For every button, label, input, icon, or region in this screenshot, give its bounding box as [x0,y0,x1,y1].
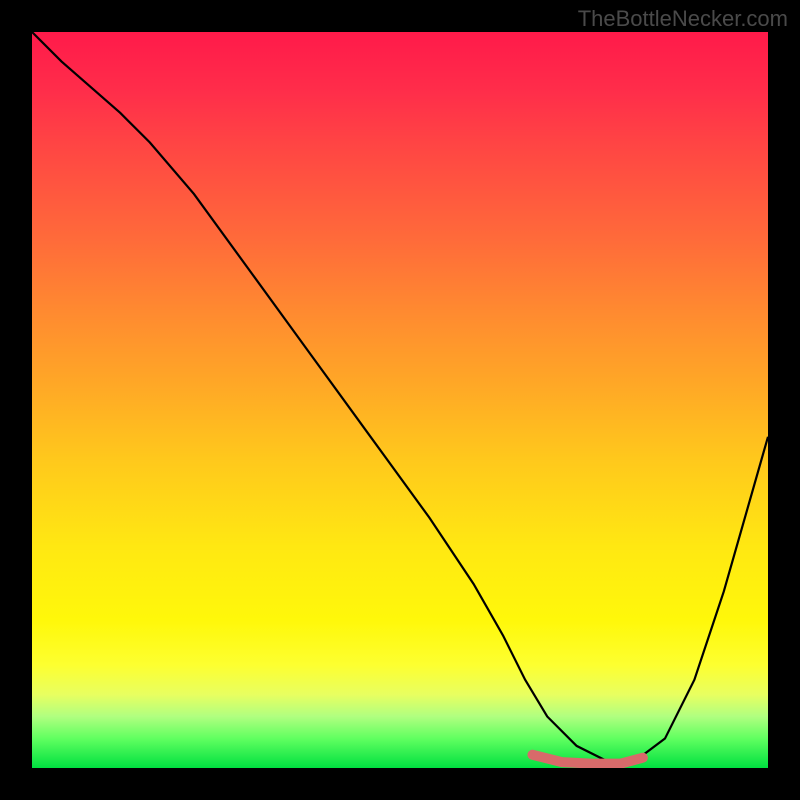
bottleneck-curve-line [32,32,768,761]
watermark-text: TheBottleNecker.com [578,6,788,32]
optimal-zone-marker [532,755,642,764]
chart-plot-area [32,32,768,768]
chart-svg [32,32,768,768]
